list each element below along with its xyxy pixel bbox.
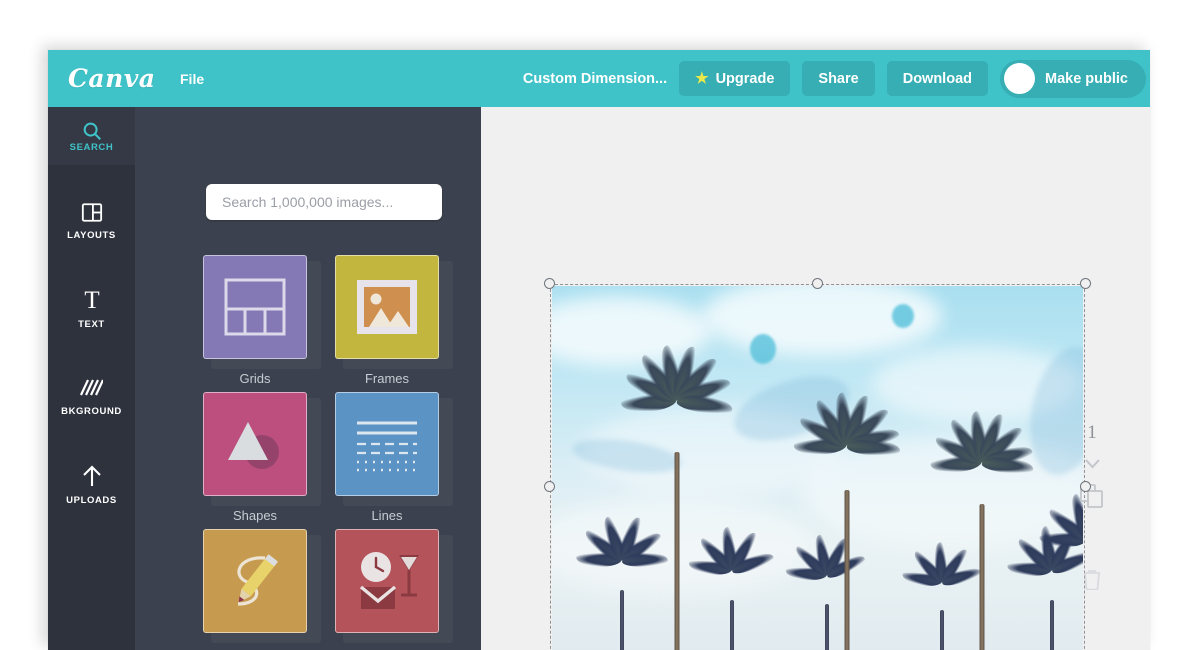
upgrade-label: Upgrade: [715, 70, 775, 87]
upload-arrow-icon: [82, 465, 101, 486]
grid-layout-icon: [224, 278, 286, 336]
lines-icon: [357, 421, 417, 472]
make-public-label: Make public: [1045, 70, 1128, 87]
download-label: Download: [902, 70, 972, 87]
pencil-icon: [237, 554, 278, 606]
svg-text:T: T: [84, 288, 99, 312]
thumb-stack: [203, 529, 321, 643]
thumb-tile: [335, 529, 439, 633]
asset-category-grids[interactable]: Grids: [203, 255, 321, 386]
thumb-stack: [203, 392, 321, 506]
thumb-tile: [203, 392, 307, 496]
asset-category-label: Grids: [239, 371, 271, 386]
thumb-stack: [335, 392, 453, 506]
sidebar-item-label-search: SEARCH: [69, 141, 114, 153]
thumb-tile: [335, 392, 439, 496]
shapes-icon: [228, 422, 279, 469]
asset-category-lines[interactable]: Lines: [335, 392, 453, 523]
asset-category-frames[interactable]: Frames: [335, 255, 453, 386]
resize-handle-top-left[interactable]: [544, 278, 555, 289]
toolbar-actions: Custom Dimension... ★ Upgrade Share Down…: [523, 59, 1150, 98]
top-toolbar: Canva File Custom Dimension... ★ Upgrade…: [48, 50, 1150, 107]
resize-handle-top-right[interactable]: [1080, 278, 1091, 289]
sidebar-item-search[interactable]: SEARCH: [48, 107, 135, 165]
assets-panel: Grids Frames: [135, 107, 481, 650]
trash-icon[interactable]: [1083, 569, 1101, 590]
upgrade-button[interactable]: ★ Upgrade: [679, 61, 791, 96]
sidebar-item-bkground[interactable]: BKGROUND: [48, 353, 135, 441]
left-sidebar: SEARCH LAYOUTS T TEXT BKGROUND UPLOADS: [48, 107, 135, 650]
resize-handle-middle-right[interactable]: [1080, 481, 1091, 492]
trash-icon-wrap[interactable]: [1083, 569, 1101, 590]
sidebar-item-uploads[interactable]: UPLOADS: [48, 441, 135, 529]
star-icon: ★: [695, 70, 709, 87]
thumb-tile: [335, 255, 439, 359]
sidebar-item-label-uploads: UPLOADS: [66, 494, 117, 506]
canva-logo[interactable]: Canva: [68, 64, 168, 93]
search-input[interactable]: [206, 184, 442, 220]
resize-handle-top-center[interactable]: [812, 278, 823, 289]
sidebar-item-label-bkground: BKGROUND: [61, 405, 122, 417]
background-icon: [80, 379, 103, 395]
thumb-tile: [203, 529, 307, 633]
download-button[interactable]: Download: [886, 61, 988, 96]
sidebar-item-label-layouts: LAYOUTS: [67, 229, 116, 241]
asset-category-label: Shapes: [232, 508, 278, 523]
asset-category-label: Frames: [364, 371, 410, 386]
thumb-stack: [335, 255, 453, 369]
layouts-icon: [81, 202, 102, 222]
page-controls: 1: [1060, 422, 1124, 590]
thumb-tile: [203, 255, 307, 359]
search-icon: [83, 122, 101, 140]
thumb-stack: [203, 255, 321, 369]
resize-handle-middle-left[interactable]: [544, 481, 555, 492]
document-title[interactable]: Custom Dimension...: [523, 71, 667, 87]
selected-image-element[interactable]: [544, 278, 1091, 650]
text-icon: T: [84, 288, 99, 312]
canvas-area[interactable]: 1: [481, 107, 1150, 650]
share-label: Share: [818, 70, 859, 87]
toggle-knob: [1004, 63, 1035, 94]
sidebar-item-layouts[interactable]: LAYOUTS: [48, 177, 135, 265]
asset-category-label: Lines: [371, 508, 403, 523]
icons-set-icon: [359, 552, 419, 609]
sidebar-items: LAYOUTS T TEXT BKGROUND UPLOADS: [48, 165, 135, 529]
chevron-down-icon[interactable]: [1084, 458, 1101, 469]
page-number: 1: [1087, 422, 1097, 443]
canva-app-window: Canva File Custom Dimension... ★ Upgrade…: [48, 50, 1150, 650]
sidebar-item-label-text: TEXT: [78, 319, 105, 330]
photo-frame-icon: [357, 280, 417, 334]
asset-category-shapes[interactable]: Shapes: [203, 392, 321, 523]
file-menu[interactable]: File: [180, 71, 204, 87]
selection-border: [550, 284, 1085, 650]
sidebar-item-text[interactable]: T TEXT: [48, 265, 135, 353]
make-public-toggle[interactable]: Make public: [1000, 59, 1146, 98]
asset-category-grid: Grids Frames Shapes Lines: [203, 255, 473, 645]
thumb-stack: [335, 529, 453, 643]
share-button[interactable]: Share: [802, 61, 875, 96]
